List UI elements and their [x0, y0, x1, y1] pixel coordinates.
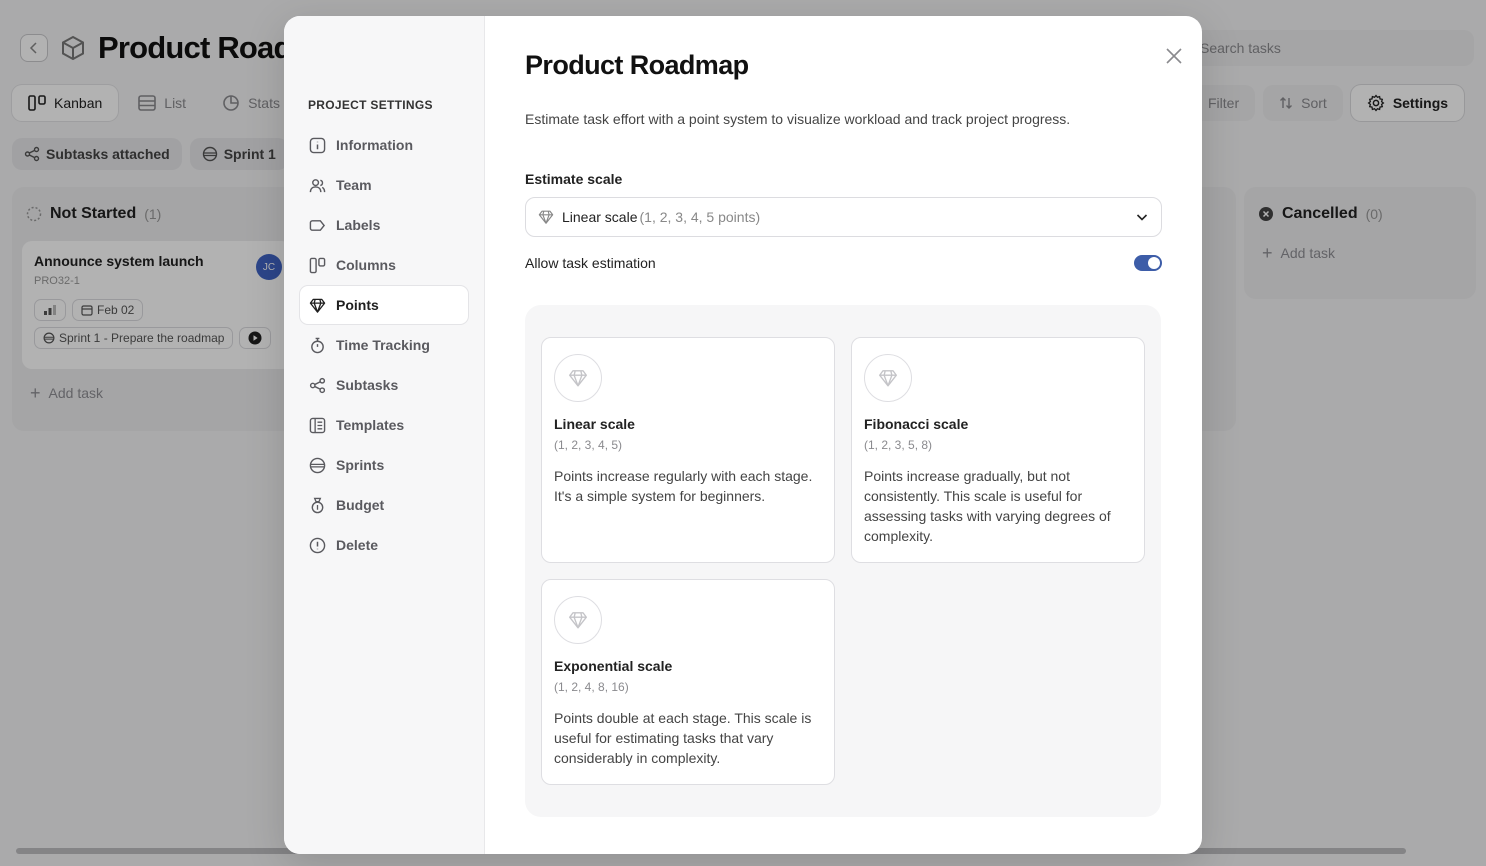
selected-scale: Linear scale: [562, 209, 638, 225]
templates-icon: [309, 417, 326, 433]
sidebar-item-label: Labels: [336, 217, 381, 233]
sidebar-item-labels[interactable]: Labels: [300, 206, 468, 244]
estimate-scale-label: Estimate scale: [525, 171, 623, 187]
sidebar-item-label: Points: [336, 297, 379, 313]
sidebar-item-label: Information: [336, 137, 413, 153]
selected-scale-hint: (1, 2, 3, 4, 5 points): [639, 209, 761, 225]
sidebar-item-label: Columns: [336, 257, 396, 273]
sidebar-item-label: Templates: [336, 417, 405, 433]
diamond-icon: [538, 210, 554, 224]
sidebar-item-templates[interactable]: Templates: [300, 406, 468, 444]
allow-estimation-toggle[interactable]: [1134, 255, 1162, 271]
sidebar-item-team[interactable]: Team: [300, 166, 468, 204]
sidebar-item-sprints[interactable]: Sprints: [300, 446, 468, 484]
allow-estimation-label: Allow task estimation: [525, 255, 656, 271]
settings-content: Product Roadmap Estimate task effort wit…: [485, 16, 1202, 854]
page-title: Product Roadmap: [525, 50, 749, 80]
sprint-icon: [309, 457, 326, 473]
card-values: (1, 2, 3, 4, 5): [554, 438, 623, 452]
scale-card-exponential[interactable]: Exponential scale (1, 2, 4, 8, 16) Point…: [541, 579, 835, 785]
sidebar-item-subtasks[interactable]: Subtasks: [300, 366, 468, 404]
team-icon: [309, 178, 326, 192]
card-icon-wrap: [554, 596, 602, 644]
card-title: Exponential scale: [554, 658, 673, 674]
card-description: Points increase gradually, but not consi…: [864, 468, 1111, 544]
info-icon: [309, 137, 326, 153]
allow-estimation-row: Allow task estimation: [525, 255, 1162, 271]
sidebar-item-delete[interactable]: Delete: [300, 526, 468, 564]
card-icon-wrap: [864, 354, 912, 402]
close-icon[interactable]: [1164, 46, 1184, 66]
settings-sidebar: PROJECT SETTINGS Information Team Labels…: [284, 16, 485, 854]
columns-icon: [309, 257, 326, 273]
sidebar-item-budget[interactable]: Budget: [300, 486, 468, 524]
scale-card-linear[interactable]: Linear scale (1, 2, 3, 4, 5) Points incr…: [541, 337, 835, 563]
diamond-icon: [569, 370, 587, 387]
sidebar-item-label: Time Tracking: [336, 337, 430, 353]
scale-card-fibonacci[interactable]: Fibonacci scale (1, 2, 3, 5, 8) Points i…: [851, 337, 1145, 563]
sidebar-item-columns[interactable]: Columns: [300, 246, 468, 284]
sidebar-item-label: Delete: [336, 537, 379, 553]
diamond-icon: [569, 612, 587, 629]
alert-circle-icon: [309, 537, 326, 553]
sidebar-heading: PROJECT SETTINGS: [308, 98, 433, 112]
diamond-icon: [309, 298, 326, 313]
sidebar-item-time-tracking[interactable]: Time Tracking: [300, 326, 468, 364]
sidebar-item-label: Team: [336, 177, 372, 193]
diamond-icon: [879, 370, 897, 387]
card-description: Points double at each stage. This scale …: [554, 710, 812, 766]
subtasks-icon: [309, 377, 326, 393]
scale-options: Linear scale (1, 2, 3, 4, 5) Points incr…: [525, 305, 1161, 817]
stopwatch-icon: [311, 337, 324, 353]
sidebar-item-points[interactable]: Points: [300, 286, 468, 324]
estimate-scale-select[interactable]: Linear scale (1, 2, 3, 4, 5 points): [525, 197, 1162, 237]
card-title: Fibonacci scale: [864, 416, 969, 432]
settings-modal: PROJECT SETTINGS Information Team Labels…: [284, 16, 1202, 854]
card-title: Linear scale: [554, 416, 635, 432]
budget-icon: [311, 497, 324, 513]
label-icon: [309, 219, 326, 231]
sidebar-item-label: Budget: [336, 497, 385, 513]
card-icon-wrap: [554, 354, 602, 402]
sidebar-item-information[interactable]: Information: [300, 126, 468, 164]
card-values: (1, 2, 3, 5, 8): [864, 438, 933, 452]
card-values: (1, 2, 4, 8, 16): [554, 680, 629, 694]
chevron-down-icon: [1136, 214, 1148, 221]
card-description: Points increase regularly with each stag…: [554, 468, 813, 504]
page-description: Estimate task effort with a point system…: [525, 111, 1071, 127]
sidebar-item-label: Sprints: [336, 457, 385, 473]
sidebar-item-label: Subtasks: [336, 377, 399, 393]
